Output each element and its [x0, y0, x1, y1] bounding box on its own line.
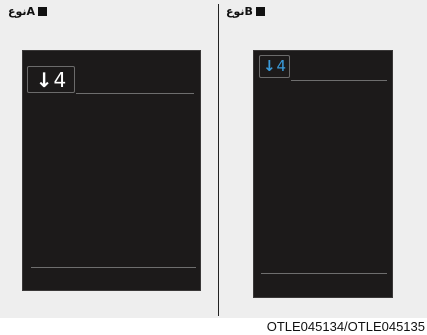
figure-caption: OTLE045134/OTLE045135 [266, 319, 425, 334]
gear-number-a: 4 [53, 67, 67, 92]
square-marker-icon [38, 7, 48, 16]
type-a-label-text: نوعA [8, 5, 36, 18]
shift-indicator-b: ↓ 4 [259, 55, 290, 78]
display-bottom-line [261, 273, 387, 274]
type-b-label-text: نوعB [226, 5, 253, 18]
display-bottom-line [31, 267, 196, 268]
down-arrow-icon: ↓ [35, 67, 53, 92]
type-b-label: نوعB [226, 5, 265, 18]
square-marker-icon [255, 7, 265, 16]
cluster-display-type-a: ↓ 4 [22, 50, 201, 291]
panel-divider [218, 4, 219, 316]
display-top-line [76, 93, 194, 94]
gear-number-b: 4 [276, 57, 287, 75]
shift-indicator-a: ↓ 4 [27, 66, 75, 93]
down-arrow-icon: ↓ [262, 57, 276, 75]
display-top-line [291, 80, 387, 81]
type-a-label: نوعA [8, 5, 48, 18]
cluster-display-type-b: ↓ 4 [253, 50, 393, 298]
